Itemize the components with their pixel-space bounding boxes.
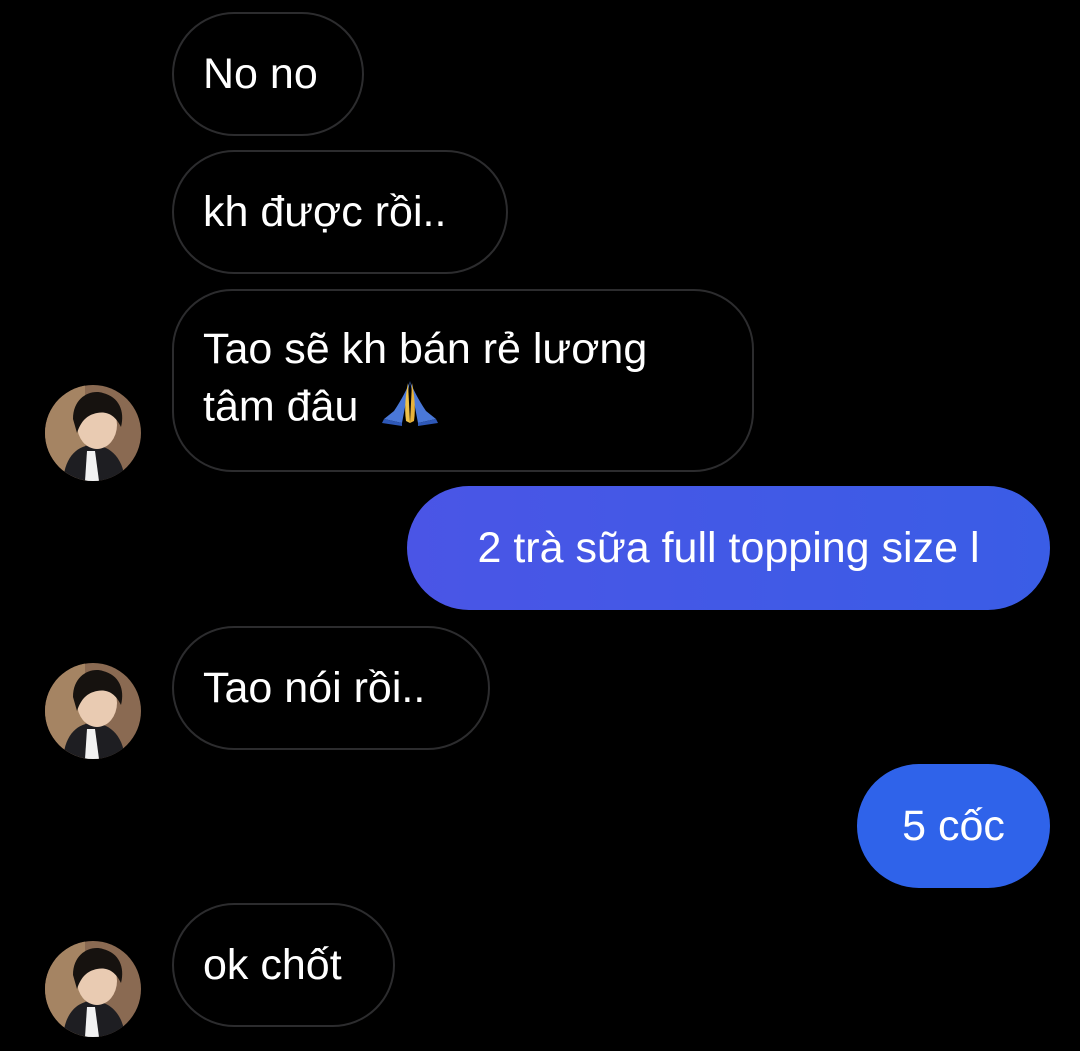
message-text: kh được rồi..: [203, 188, 447, 236]
incoming-message-bubble[interactable]: Tao nói rồi..: [172, 626, 490, 750]
message-text: Tao nói rồi..: [203, 664, 426, 712]
message-text: ok chốt: [203, 941, 342, 989]
message-text-line: tâm đâu: [203, 377, 440, 441]
contact-avatar[interactable]: [45, 385, 141, 481]
message-text: No no: [203, 50, 318, 98]
outgoing-message-bubble[interactable]: 5 cốc: [857, 764, 1050, 888]
incoming-message-bubble[interactable]: kh được rồi..: [172, 150, 508, 274]
message-text-line: Tao sẽ kh bán rẻ lương: [203, 324, 648, 373]
contact-avatar[interactable]: [45, 941, 141, 1037]
incoming-message-bubble[interactable]: ok chốt: [172, 903, 395, 1027]
incoming-message-bubble[interactable]: Tao sẽ kh bán rẻ lương tâm đâu: [172, 289, 754, 472]
incoming-message-bubble[interactable]: No no: [172, 12, 364, 136]
outgoing-message-bubble[interactable]: 2 trà sữa full topping size l: [407, 486, 1050, 610]
contact-avatar[interactable]: [45, 663, 141, 759]
folded-hands-icon: [380, 377, 440, 441]
message-text: 5 cốc: [902, 802, 1005, 850]
chat-thread[interactable]: No no kh được rồi.. Tao sẽ kh bán rẻ lươ…: [0, 0, 1080, 1051]
message-text: 2 trà sữa full topping size l: [477, 524, 980, 572]
